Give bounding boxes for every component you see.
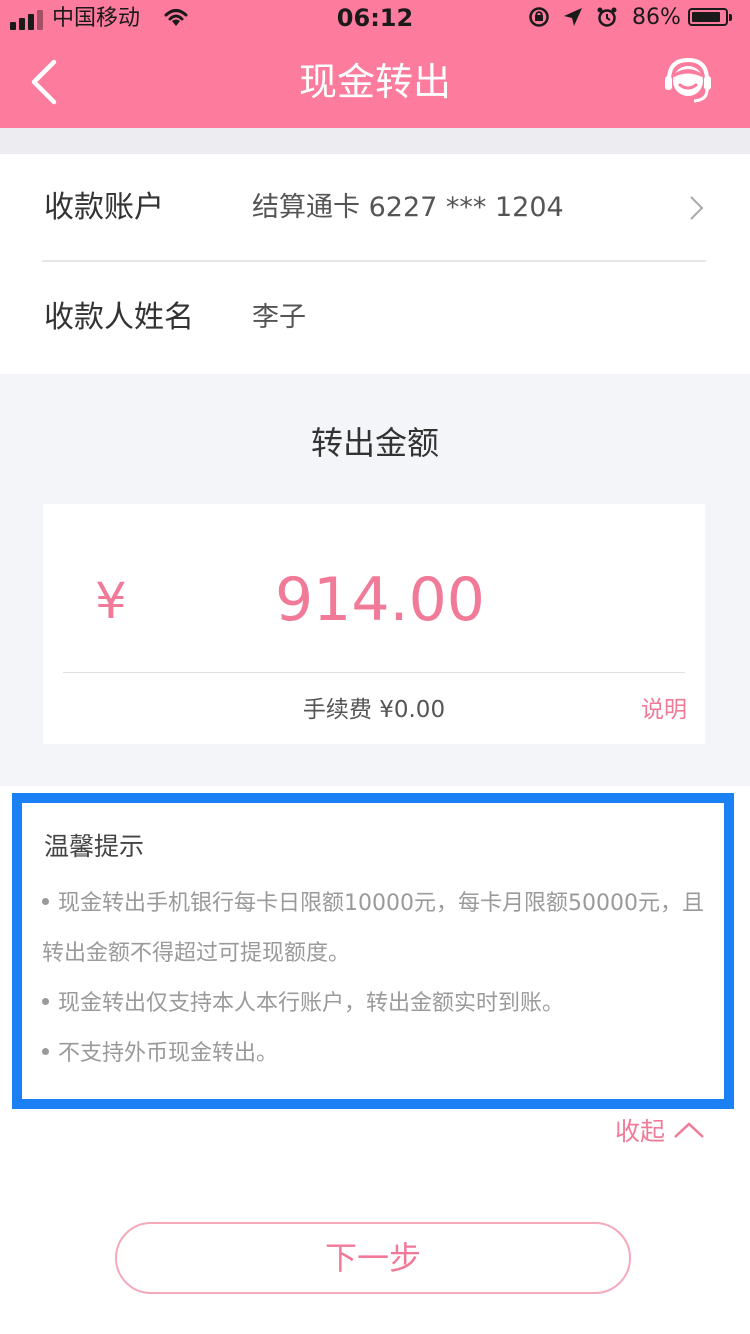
tip-item: 现金转出手机银行每卡日限额10000元，每卡月限额50000元，且转出金额不得超… [42, 891, 704, 966]
amount-section: 转出金额 ¥ 914.00 手续费 ¥0.00 说明 [0, 374, 750, 786]
receiver-name-label: 收款人姓名 [44, 300, 194, 335]
receiver-account-value: 结算通卡 6227 *** 1204 [252, 192, 564, 223]
alarm-icon [597, 7, 617, 27]
fee-text: 手续费 ¥0.00 [302, 697, 446, 723]
row-divider [42, 260, 706, 262]
collapse-label: 收起 [615, 1117, 666, 1146]
customer-service-icon[interactable] [660, 52, 716, 108]
bullet-icon [42, 1047, 49, 1055]
bullet-icon [42, 897, 49, 905]
section-gap [0, 128, 750, 154]
status-bar: 中国移动 06:12 86% [0, 0, 750, 38]
card-divider [63, 672, 685, 673]
collapse-button[interactable]: 收起 [615, 1110, 705, 1150]
tip-item: 不支持外币现金转出。 [42, 1029, 714, 1079]
account-section: 收款账户 结算通卡 6227 *** 1204 收款人姓名 李子 [0, 154, 750, 374]
bullet-icon [42, 997, 49, 1005]
app-header: 中国移动 06:12 86% 现金转出 [0, 0, 750, 128]
tips-box: 温馨提示 现金转出手机银行每卡日限额10000元，每卡月限额50000元，且转出… [12, 793, 734, 1109]
receiver-name-row: 收款人姓名 李子 [0, 264, 750, 372]
receiver-account-row[interactable]: 收款账户 结算通卡 6227 *** 1204 [0, 154, 750, 262]
receiver-account-label: 收款账户 [44, 190, 164, 225]
amount-title: 转出金额 [310, 424, 439, 462]
battery-percent: 86% [632, 5, 681, 30]
page-title: 现金转出 [298, 60, 451, 104]
explain-link[interactable]: 说明 [641, 692, 687, 728]
tips-title: 温馨提示 [44, 832, 145, 861]
rotation-lock-icon [529, 7, 549, 27]
currency-symbol: ¥ [95, 572, 127, 630]
next-step-button[interactable]: 下一步 [115, 1222, 631, 1294]
location-icon [564, 8, 582, 26]
chevron-right-icon[interactable] [688, 194, 706, 222]
amount-card: ¥ 914.00 手续费 ¥0.00 说明 [43, 504, 705, 744]
amount-input[interactable]: 914.00 [275, 562, 485, 638]
tips-list: 现金转出手机银行每卡日限额10000元，每卡月限额50000元，且转出金额不得超… [42, 879, 714, 1079]
receiver-name-value: 李子 [252, 302, 306, 333]
tip-item: 现金转出仅支持本人本行账户，转出金额实时到账。 [42, 979, 714, 1029]
chevron-up-icon [674, 1122, 704, 1138]
battery-icon [688, 8, 732, 26]
